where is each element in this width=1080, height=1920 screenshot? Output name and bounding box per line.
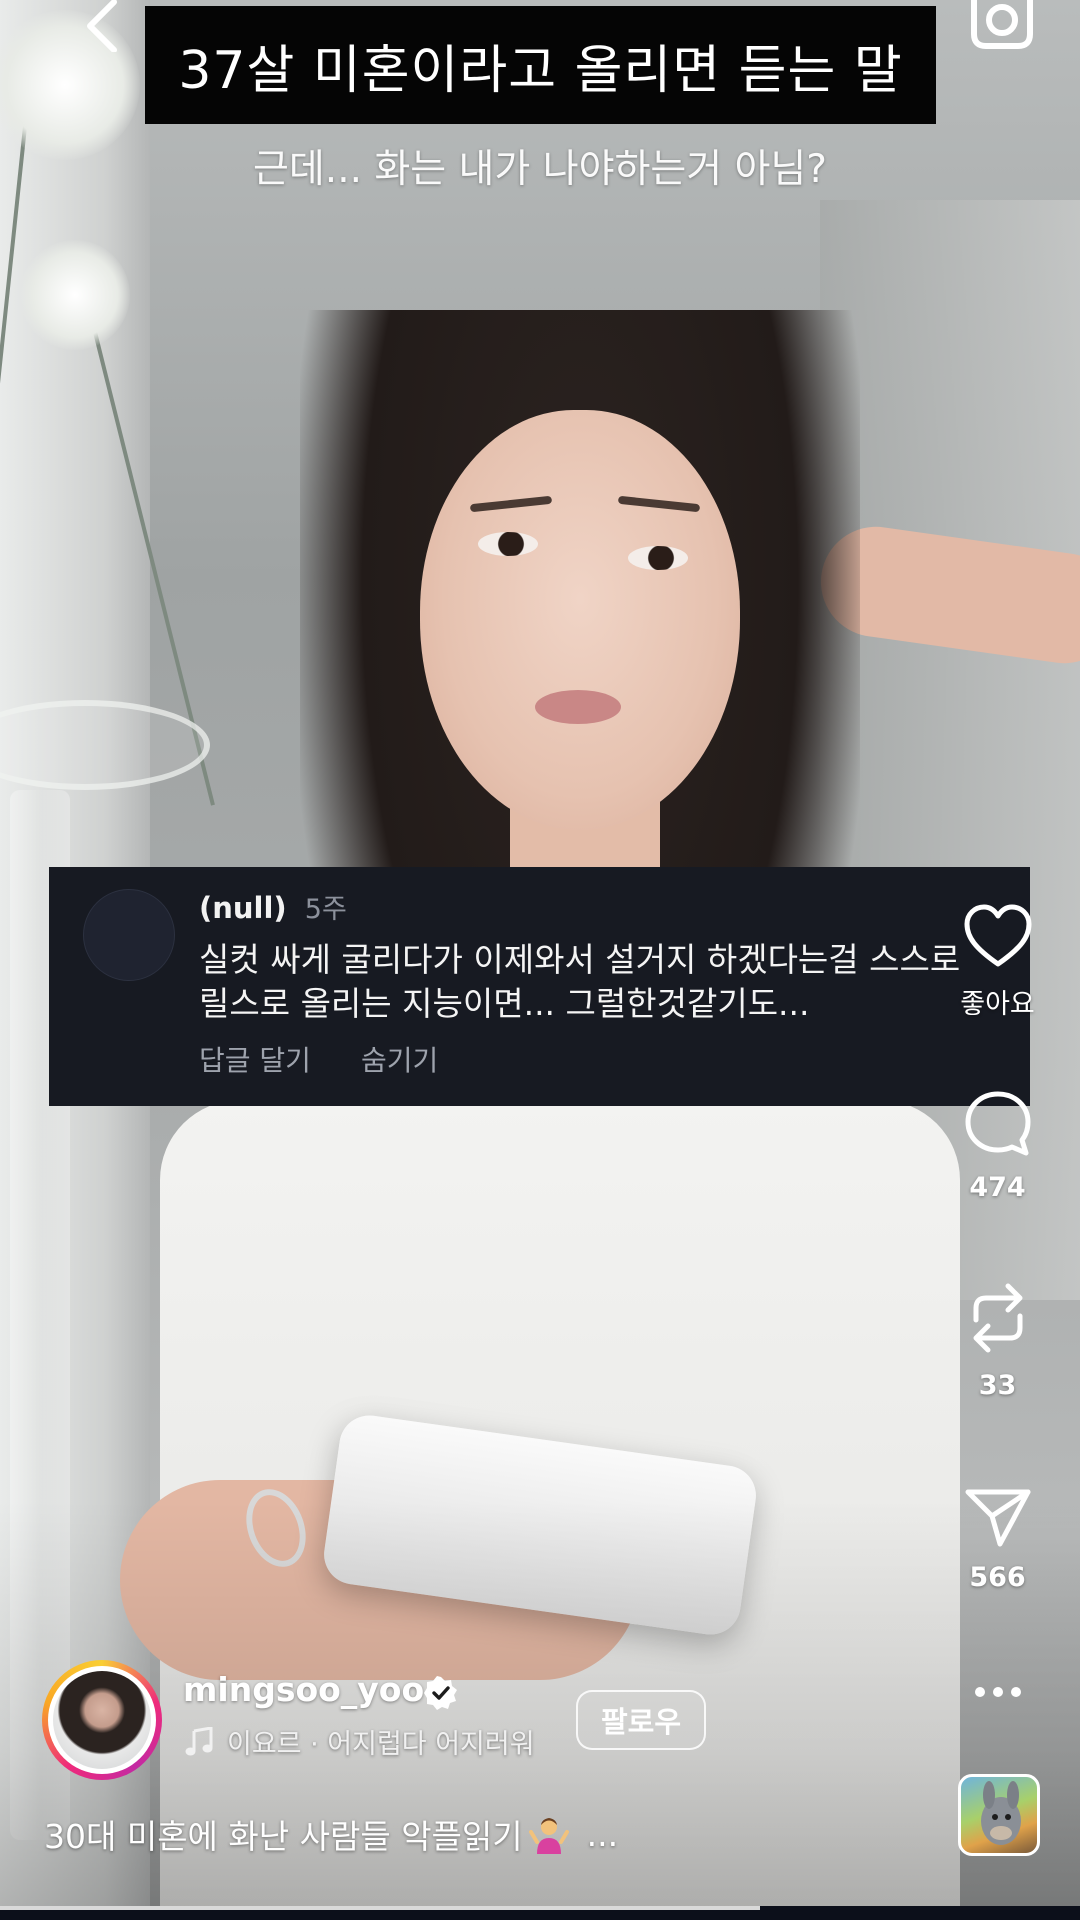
repost-count: 33: [978, 1370, 1017, 1401]
more-dots-icon: [975, 1687, 1021, 1697]
like-button[interactable]: 좋아요: [940, 904, 1055, 1021]
heart-icon: [964, 904, 1031, 967]
more-options-button[interactable]: [972, 1680, 1024, 1704]
progress-bar-fill: [0, 1906, 760, 1910]
audio-label: 이요르 · 어지럽다 어지러워: [227, 1729, 535, 1760]
caption-more[interactable]: ...: [587, 1815, 618, 1854]
avatar-ring-gap: [48, 1666, 156, 1774]
paper-plane-icon: [965, 1489, 1030, 1547]
reply-button[interactable]: 답글 달기: [199, 1039, 311, 1079]
video-subtitle: 근데... 화는 내가 나야하는거 아님?: [253, 147, 827, 192]
audio-track[interactable]: 이요르 · 어지럽다 어지러워: [185, 1722, 535, 1761]
eye-left: [478, 532, 538, 556]
audio-thumbnail[interactable]: [958, 1774, 1040, 1856]
comment-time: 5주: [304, 894, 347, 925]
comment-button[interactable]: 474: [940, 1090, 1055, 1203]
audio-cover-art-icon: [981, 1781, 1021, 1845]
video-title-caption: 37살 미혼이라고 올리면 듣는 말: [178, 40, 903, 101]
back-button[interactable]: [80, 0, 124, 53]
reel-caption[interactable]: 30대 미혼에 화난 사람들 악플읽기 ...: [44, 1810, 618, 1858]
comment-count: 474: [969, 1172, 1026, 1203]
author-username[interactable]: mingsoo_yoo: [183, 1670, 424, 1709]
like-label: 좋아요: [960, 989, 1035, 1020]
comment-header: (null) 5주: [199, 887, 347, 926]
share-button[interactable]: 566: [940, 1486, 1055, 1593]
comment-text-line2: 릴스로 올리는 지능이면... 그럴한것같기도...: [199, 984, 810, 1023]
video-title-caption-box: 37살 미혼이라고 올리면 듣는 말: [145, 6, 936, 124]
camera-icon: [971, 0, 1033, 49]
comment-card: (null) 5주 실컷 싸게 굴리다가 이제와서 설거지 하겠다는걸 스스로 …: [49, 867, 1030, 1106]
repost-button[interactable]: 33: [940, 1280, 1055, 1401]
progress-bar[interactable]: [0, 1906, 1080, 1920]
comment-username[interactable]: (null): [199, 891, 287, 925]
avatar-image: [53, 1671, 151, 1769]
comment-bubble-icon: [965, 1091, 1030, 1156]
comment-text-line1: 실컷 싸게 굴리다가 이제와서 설거지 하겠다는걸 스스로: [199, 940, 961, 979]
glass-vase-rim: [0, 700, 210, 790]
music-note-icon: [185, 1726, 213, 1755]
flower: [20, 240, 130, 350]
verified-badge-icon: [424, 1676, 457, 1710]
eye-right: [628, 546, 688, 570]
author-avatar[interactable]: [42, 1660, 162, 1780]
person-shrugging-icon: [528, 1818, 569, 1854]
share-count: 566: [969, 1562, 1026, 1593]
caption-text: 30대 미혼에 화난 사람들 악플읽기: [44, 1817, 523, 1856]
lips: [535, 690, 621, 724]
camera-button[interactable]: [970, 0, 1034, 50]
chevron-left-icon: [87, 0, 117, 53]
face: [420, 410, 740, 830]
follow-button[interactable]: 팔로우: [576, 1690, 706, 1750]
hide-button[interactable]: 숨기기: [361, 1039, 438, 1079]
comment-avatar[interactable]: [83, 889, 175, 981]
repost-icon: [973, 1283, 1022, 1353]
